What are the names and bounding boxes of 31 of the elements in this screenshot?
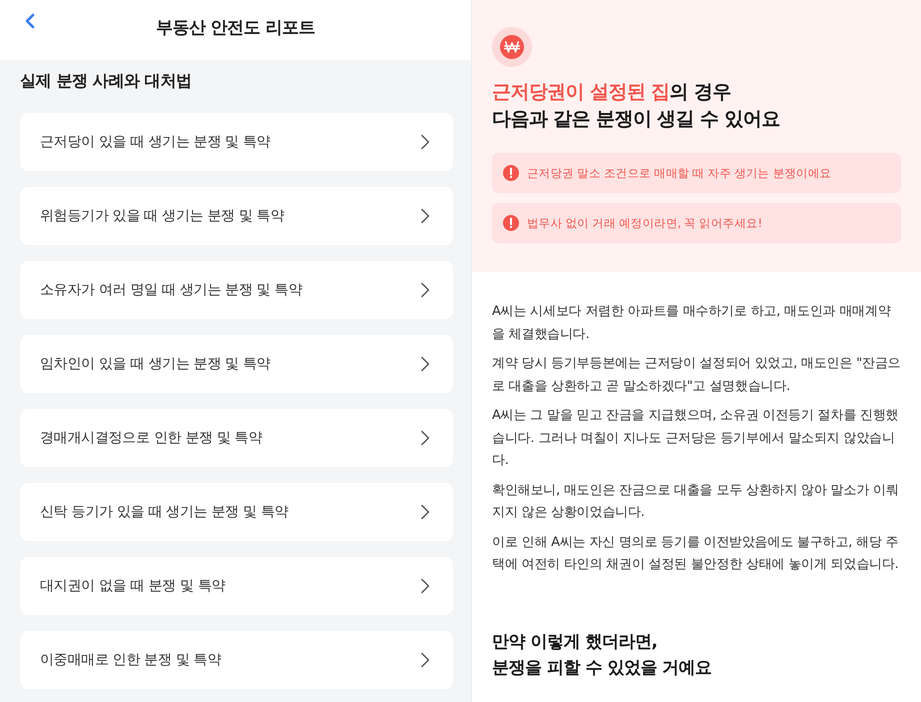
list-item[interactable]: 임차인이 있을 때 생기는 분쟁 및 특약: [20, 335, 453, 393]
list-item[interactable]: 근저당이 있을 때 생기는 분쟁 및 특약: [20, 113, 453, 171]
list-item[interactable]: 대지권이 없을 때 분쟁 및 특약: [20, 557, 453, 615]
list-item[interactable]: 위험등기가 있을 때 생기는 분쟁 및 특약: [20, 187, 453, 245]
back-icon[interactable]: [24, 13, 36, 29]
case-heading: 근저당권이 설정된 집의 경우 다음과 같은 분쟁이 생길 수 있어요: [492, 80, 781, 132]
chevron-right-icon: [420, 208, 430, 224]
story-paragraph: A씨는 그 말을 믿고 잔금을 지급했으며, 소유권 이전등기 절차를 진행했습니다. 그러나 며칠이 지나도 근저당은 등기부에서 말소되지 않았습니다.: [492, 407, 900, 470]
advice-heading: 만약 이렇게 했더라면, 분쟁을 피할 수 있었을 거예요: [492, 630, 713, 680]
chevron-right-icon: [420, 504, 430, 520]
warning-text: 법무사 없이 거래 예정이라면, 꼭 읽어주세요!: [527, 216, 762, 230]
story-paragraph: 이로 인해 A씨는 자신 명의로 등기를 이전받았음에도 불구하고, 해당 주택에 여전히 타인의 채권이 설정된 불안정한 상태에 놓이게 되었습니다.: [492, 534, 900, 574]
section-title: 실제 분쟁 사례와 대처법: [20, 71, 193, 91]
page-title: 부동산 안전도 리포트: [156, 16, 316, 38]
chevron-right-icon: [420, 652, 430, 668]
alert-icon: [503, 165, 519, 181]
won-icon: [492, 27, 532, 67]
chevron-right-icon: [420, 430, 430, 446]
list-item[interactable]: 경매개시결정으로 인한 분쟁 및 특약: [20, 409, 453, 467]
chevron-right-icon: [420, 578, 430, 594]
chevron-right-icon: [420, 134, 430, 150]
alert-icon: [503, 215, 519, 231]
list-item[interactable]: 이중매매로 인한 분쟁 및 특약: [20, 631, 453, 689]
story-paragraph: 확인해보니, 매도인은 잔금으로 대출을 모두 상환하지 않아 말소가 이뤄지지 않은 상황이었습니다.: [492, 482, 900, 522]
story-paragraph: A씨는 시세보다 저렴한 아파트를 매수하기로 하고, 매도인과 매매계약을 체결했습니다.: [492, 303, 892, 344]
chevron-right-icon: [420, 356, 430, 372]
list-item[interactable]: 신탁 등기가 있을 때 생기는 분쟁 및 특약: [20, 483, 453, 541]
warning-text: 근저당권 말소 조건으로 매매할 때 자주 생기는 분쟁이에요: [527, 166, 832, 180]
chevron-right-icon: [420, 282, 430, 298]
story-paragraph: 계약 당시 등기부등본에는 근저당이 설정되어 있었고, 매도인은 "잔금으로 대출을 상환하고 곧 말소하겠다"고 설명했습니다.: [492, 355, 901, 396]
list-item[interactable]: 소유자가 여러 명일 때 생기는 분쟁 및 특약: [20, 261, 453, 319]
